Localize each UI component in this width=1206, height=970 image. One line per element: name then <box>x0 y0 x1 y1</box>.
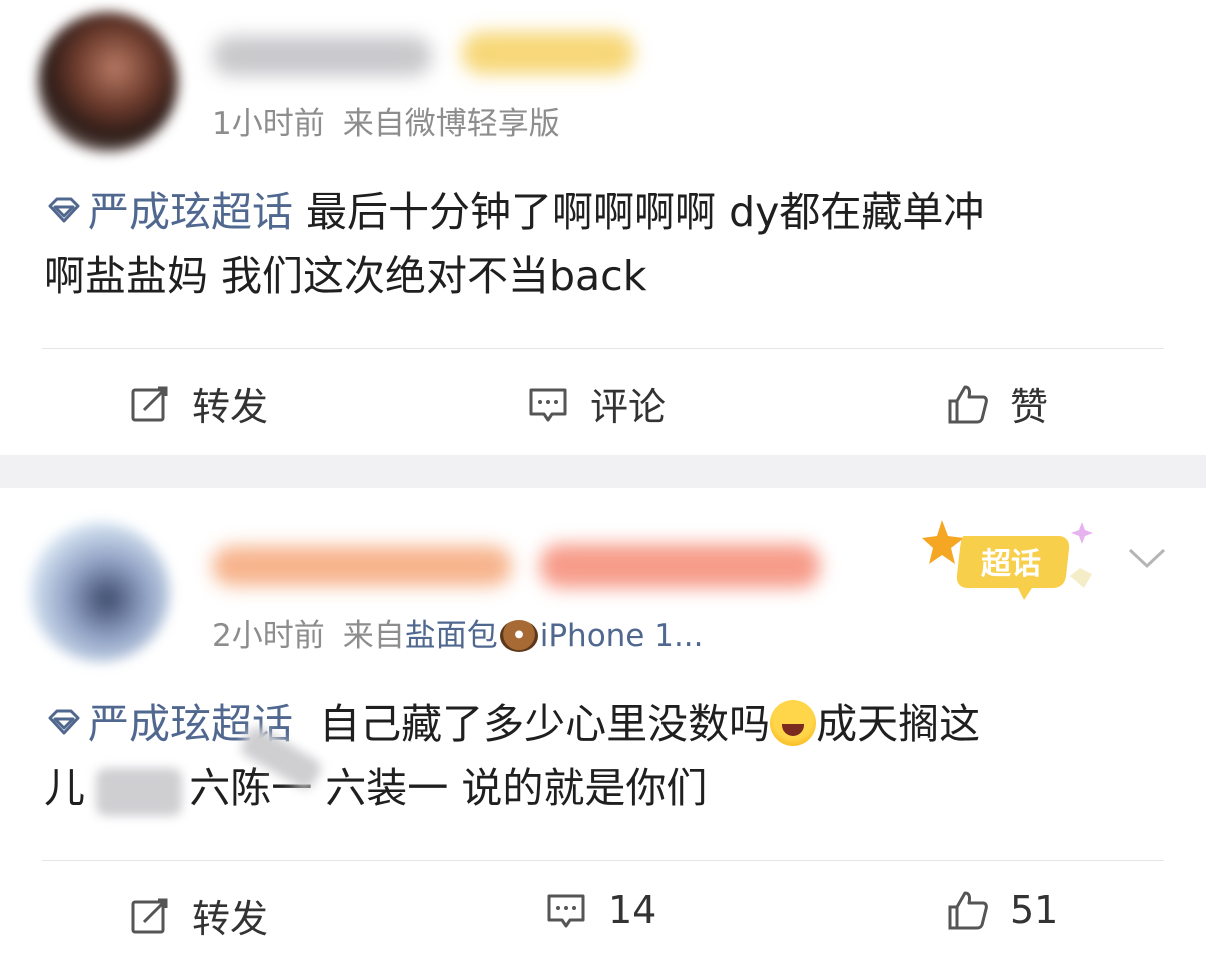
comment-icon <box>529 388 567 421</box>
super-topic-badge[interactable]: 超话 <box>920 514 1100 606</box>
avatar[interactable] <box>38 12 178 152</box>
like-button[interactable]: 51 <box>946 888 1058 932</box>
user-badge-blurred <box>540 544 820 588</box>
like-button[interactable]: 赞 <box>946 376 1048 431</box>
source-link[interactable]: 盐面包 iPhone 1... <box>405 618 704 654</box>
redaction-smudge <box>96 768 182 816</box>
like-count: 51 <box>1010 888 1059 932</box>
feed-separator <box>0 455 1206 488</box>
diamond-icon <box>48 197 80 223</box>
super-topic-badge-label: 超话 <box>981 547 1041 582</box>
post-text-line1b: 成天搁这 <box>816 700 981 748</box>
repost-icon <box>131 386 168 421</box>
post-text-line1: 最后十分钟了啊啊啊啊 dy都在藏单冲 <box>306 188 985 236</box>
divider <box>42 348 1164 349</box>
super-topic-link[interactable]: 严成玹超话 <box>44 188 293 236</box>
repost-label: 转发 <box>192 897 269 941</box>
post-time: 1小时前 <box>212 106 325 142</box>
post-content[interactable]: 严成玹超话 自己藏了多少心里没数吗 成天搁这 儿 六陈一 六装一 说的就是你们 <box>44 692 1164 820</box>
username-blurred[interactable] <box>212 546 512 586</box>
chevron-down-icon[interactable] <box>1126 542 1168 574</box>
comment-label: 评论 <box>590 385 667 429</box>
repost-button[interactable]: 转发 <box>128 888 268 943</box>
post-time: 2小时前 <box>212 618 325 654</box>
comment-count: 14 <box>608 888 657 932</box>
like-label: 赞 <box>1010 385 1049 429</box>
thumbs-up-icon <box>948 385 988 423</box>
post-source: 来自微博轻享版 <box>342 106 560 142</box>
super-topic-label: 严成玹超话 <box>88 188 293 236</box>
thumbs-up-icon <box>948 891 988 930</box>
post-text-line1a: 自己藏了多少心里没数吗 <box>293 700 771 748</box>
post-meta: 2小时前 来自盐面包 iPhone 1... <box>212 610 704 655</box>
comment-icon <box>547 894 585 928</box>
post-text-line2: 啊盐盐妈 我们这次绝对不当back <box>44 252 647 300</box>
post-meta: 1小时前 来自微博轻享版 <box>212 98 560 143</box>
username-blurred[interactable] <box>212 36 432 76</box>
laugh-cry-emoji-icon <box>770 700 817 746</box>
source-device: iPhone 1... <box>539 618 704 654</box>
comment-button[interactable]: 评论 <box>526 376 666 431</box>
post-content[interactable]: 严成玹超话 最后十分钟了啊啊啊啊 dy都在藏单冲 啊盐盐妈 我们这次绝对不当ba… <box>44 180 1164 308</box>
avatar[interactable] <box>30 522 170 662</box>
source-name: 盐面包 <box>404 618 498 654</box>
divider <box>42 860 1164 861</box>
comment-button[interactable]: 14 <box>544 888 656 932</box>
weibo-post-1: 1小时前 来自微博轻享版 严成玹超话 最后十分钟了啊啊啊啊 dy都在藏单冲 啊盐盐… <box>0 0 1206 455</box>
post-source-prefix: 来自 <box>342 618 405 654</box>
repost-icon <box>131 898 168 933</box>
user-badge-blurred <box>462 32 634 74</box>
diamond-icon <box>48 709 80 735</box>
repost-label: 转发 <box>192 385 269 429</box>
repost-button[interactable]: 转发 <box>128 376 268 431</box>
salt-bread-icon <box>499 620 538 652</box>
